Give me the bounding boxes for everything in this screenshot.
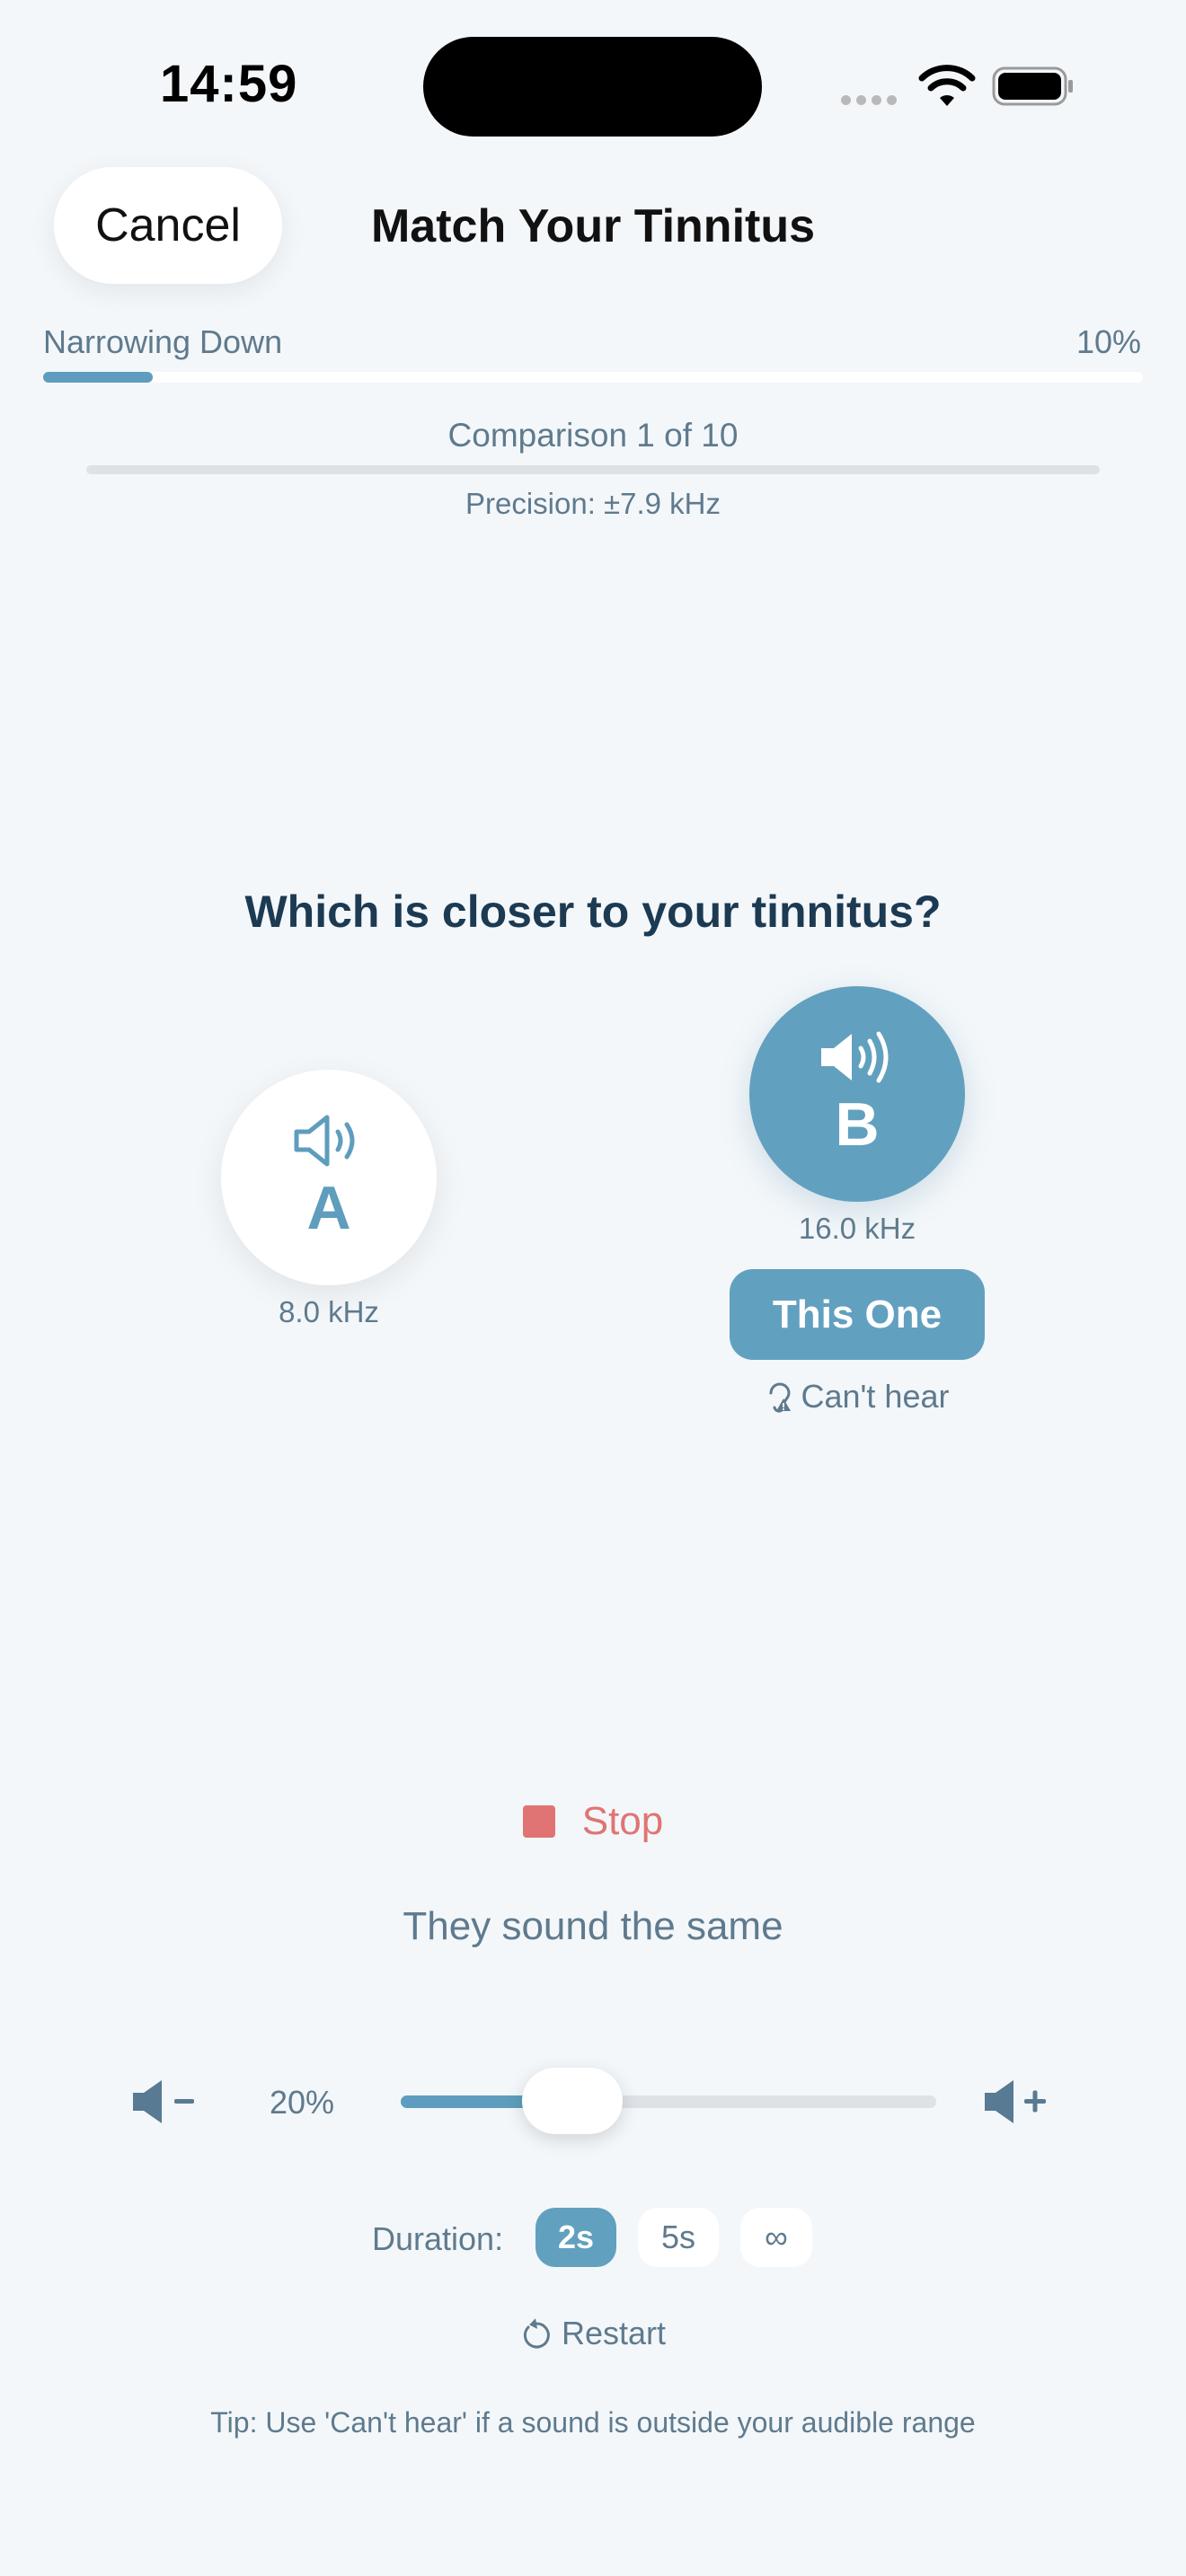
tone-b-frequency: 16.0 kHz xyxy=(798,1212,916,1245)
speaker-outline-icon xyxy=(294,1115,355,1167)
question-heading: Which is closer to your tinnitus? xyxy=(244,887,942,937)
tip-text: Tip: Use 'Can't hear' if a sound is outs… xyxy=(210,2406,976,2439)
volume-slider-thumb[interactable] xyxy=(521,2068,623,2134)
restart-button[interactable]: Restart xyxy=(503,2312,683,2355)
comparison-progress-bar xyxy=(86,465,1100,474)
cant-hear-label: Can't hear xyxy=(801,1378,950,1415)
page-title: Match Your Tinnitus xyxy=(370,200,816,252)
duration-label: Duration: xyxy=(372,2220,504,2257)
precision-label: Precision: ±7.9 kHz xyxy=(465,487,721,520)
duration-option-5s[interactable]: 5s xyxy=(638,2208,719,2267)
restart-icon xyxy=(523,2318,550,2349)
comparison-counter: Comparison 1 of 10 xyxy=(447,417,739,454)
stop-button[interactable]: Stop xyxy=(503,1796,683,1847)
volume-up-icon[interactable] xyxy=(981,2077,1057,2127)
duration-option-infinite[interactable]: ∞ xyxy=(740,2208,812,2267)
ear-warning-icon xyxy=(769,1382,791,1413)
duration-option-2s[interactable]: 2s xyxy=(535,2208,616,2267)
progress-percent: 10% xyxy=(1075,323,1141,360)
select-tone-b-button[interactable]: This One xyxy=(730,1269,985,1360)
dynamic-island xyxy=(423,37,762,137)
speaker-filled-icon xyxy=(821,1031,889,1083)
volume-percent: 20% xyxy=(270,2084,335,2121)
progress-stage-label: Narrowing Down xyxy=(43,323,283,360)
volume-slider[interactable] xyxy=(401,2095,936,2108)
progress-bar xyxy=(43,372,1143,383)
tone-a-frequency: 8.0 kHz xyxy=(279,1295,379,1328)
tone-a-button[interactable]: A xyxy=(221,1070,437,1285)
cant-hear-button[interactable]: Can't hear xyxy=(757,1374,958,1419)
tone-a-letter: A xyxy=(306,1174,351,1242)
sound-the-same-button[interactable]: They sound the same xyxy=(0,1904,1186,1949)
volume-down-icon[interactable] xyxy=(129,2077,205,2127)
battery-icon xyxy=(992,66,1073,106)
stop-icon xyxy=(522,1805,555,1838)
tone-b-button[interactable]: B xyxy=(749,986,965,1202)
tone-b-letter: B xyxy=(835,1090,880,1159)
status-time: 14:59 xyxy=(160,55,298,113)
restart-label: Restart xyxy=(561,2315,667,2351)
wifi-icon xyxy=(918,65,976,106)
stop-label: Stop xyxy=(581,1799,664,1843)
progress-bar-fill xyxy=(43,372,154,383)
signal-dots-icon xyxy=(841,93,913,106)
